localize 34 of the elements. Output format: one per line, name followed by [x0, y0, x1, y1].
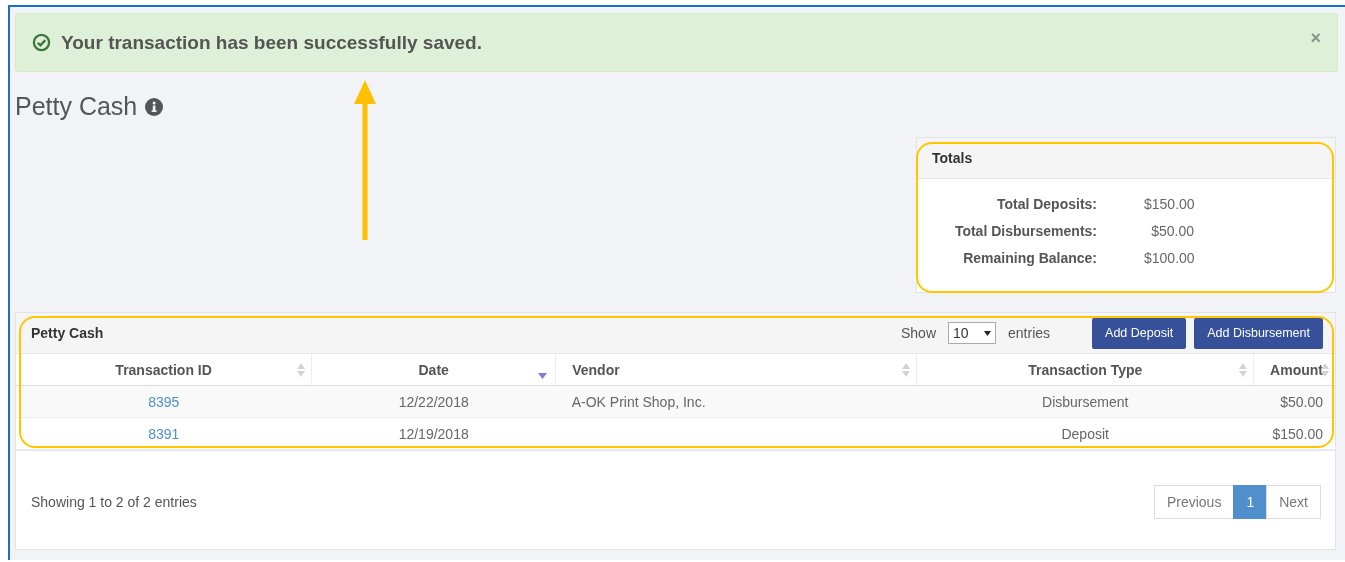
table-cell: 12/19/2018 [398, 425, 469, 442]
column-header[interactable]: Date [311, 354, 556, 386]
total-label: Total Deposits: [995, 196, 1097, 212]
table-cell: Deposit [1061, 425, 1109, 442]
transaction-link[interactable]: 8391 [148, 425, 180, 442]
column-header[interactable]: Amount [1253, 354, 1335, 386]
table-cell: 12/22/2018 [398, 393, 469, 410]
total-value: $150.00 [1144, 196, 1194, 212]
check-circle-icon [32, 33, 51, 52]
total-label: Remaining Balance: [962, 250, 1097, 266]
total-label: Total Disbursements: [953, 223, 1097, 239]
page-title: Petty Cash [15, 92, 138, 121]
table-info: Showing 1 to 2 of 2 entries [31, 494, 197, 510]
alert-message: Your transaction has been successfully saved. [61, 31, 483, 54]
column-header[interactable]: Transaction ID [16, 354, 312, 386]
table-cell: $150.00 [1272, 425, 1323, 442]
pagination-button[interactable]: Previous [1153, 485, 1235, 519]
panel-title: Petty Cash [31, 325, 104, 341]
page-size-select[interactable]: 10 [948, 322, 997, 344]
column-header[interactable]: Vendor [555, 354, 917, 386]
total-value: $50.00 [1150, 223, 1194, 239]
add-button[interactable]: Add Disbursement [1194, 317, 1323, 349]
column-header[interactable]: Transaction Type [916, 354, 1254, 386]
panel-title: Totals [932, 150, 973, 166]
entries-label: entries [1008, 325, 1051, 341]
show-label: Show [901, 325, 937, 341]
table-cell: $50.00 [1280, 393, 1323, 410]
table-cell: Disbursement [1042, 393, 1129, 410]
table-cell: A-OK Print Shop, Inc. [571, 393, 706, 410]
add-button[interactable]: Add Deposit [1092, 317, 1187, 349]
pagination-button[interactable]: Next [1266, 485, 1321, 519]
caret-icon [984, 330, 992, 336]
total-value: $100.00 [1144, 250, 1194, 266]
info-icon[interactable] [145, 97, 164, 116]
